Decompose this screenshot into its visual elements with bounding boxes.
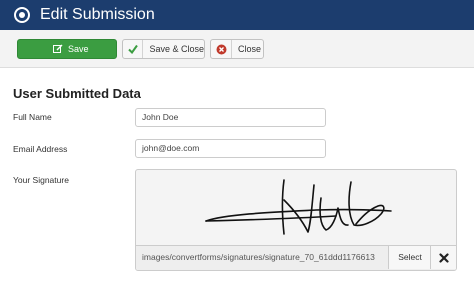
select-button[interactable]: Select: [388, 246, 431, 269]
title-bar: Edit Submission: [0, 0, 474, 30]
page-title: Edit Submission: [40, 6, 155, 23]
check-icon: [128, 44, 138, 54]
save-button[interactable]: Save: [17, 39, 117, 59]
signature-path-field[interactable]: images/convertforms/signatures/signature…: [142, 246, 386, 269]
save-close-label: Save & Close: [149, 44, 204, 54]
email-field[interactable]: john@doe.com: [135, 139, 326, 158]
email-label: Email Address: [13, 144, 68, 154]
circle-dot-icon: [14, 7, 30, 23]
signature-box: images/convertforms/signatures/signature…: [135, 169, 457, 271]
save-close-button[interactable]: Save & Close: [122, 39, 205, 59]
pencil-square-icon: [53, 44, 63, 53]
full-name-label: Full Name: [13, 112, 52, 122]
x-circle-icon: [216, 44, 226, 54]
signature-image: [205, 179, 392, 235]
close-button[interactable]: Close: [210, 39, 264, 59]
close-label: Close: [238, 44, 262, 54]
full-name-field[interactable]: John Doe: [135, 108, 326, 127]
save-label: Save: [68, 44, 89, 54]
toolbar: Save Save & Close Close: [0, 30, 474, 68]
clear-button[interactable]: [430, 246, 456, 269]
signature-label: Your Signature: [13, 175, 69, 185]
signature-path-bar: images/convertforms/signatures/signature…: [136, 245, 456, 270]
x-icon: [439, 252, 449, 263]
section-title: User Submitted Data: [13, 86, 141, 101]
